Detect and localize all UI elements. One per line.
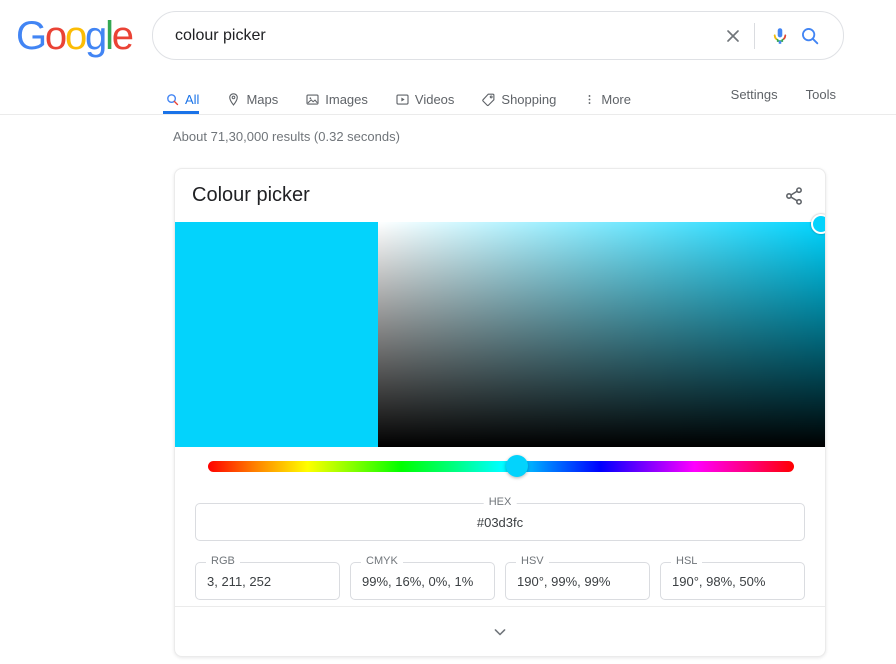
colour-picker-area: [175, 214, 825, 447]
card-header: Colour picker: [175, 169, 825, 222]
hue-slider-track[interactable]: [208, 461, 794, 472]
search-results-page: Google colour picker All Maps Images Vid…: [0, 0, 896, 664]
rgb-field-label: RGB: [206, 555, 240, 567]
value-layer: [378, 222, 825, 447]
tab-shopping[interactable]: Shopping: [481, 76, 568, 114]
video-icon: [395, 92, 410, 107]
tag-icon: [481, 92, 496, 107]
search-tabs: All Maps Images Videos Shopping More Set…: [0, 76, 896, 115]
search-bar-actions: [718, 21, 843, 51]
cmyk-field[interactable]: CMYK 99%, 16%, 0%, 1%: [350, 555, 495, 600]
search-divider: [754, 22, 755, 49]
expand-card-button[interactable]: [175, 606, 825, 656]
colour-model-fields-row: RGB 3, 211, 252 CMYK 99%, 16%, 0%, 1% HS…: [195, 555, 805, 600]
microphone-icon: [773, 27, 787, 44]
rgb-field[interactable]: RGB 3, 211, 252: [195, 555, 340, 600]
search-icon: [165, 92, 180, 107]
hsv-field-label: HSV: [516, 555, 549, 567]
hue-slider-handle[interactable]: [506, 455, 529, 477]
tab-more[interactable]: More: [583, 76, 643, 114]
gradient-handle[interactable]: [810, 214, 825, 235]
logo-letter-4: g: [85, 14, 107, 58]
tab-more-label: More: [601, 92, 631, 107]
hue-slider[interactable]: [175, 447, 825, 487]
voice-search-button[interactable]: [765, 21, 795, 51]
hex-field-label: HEX: [483, 496, 517, 508]
chevron-down-icon: [494, 628, 506, 635]
map-pin-icon: [226, 92, 241, 107]
result-stats: About 71,30,000 results (0.32 seconds): [173, 129, 400, 144]
search-submit-button[interactable]: [795, 21, 825, 51]
saturation-value-gradient[interactable]: [378, 214, 825, 447]
share-button[interactable]: [781, 183, 807, 209]
logo-letter-1: G: [16, 14, 47, 58]
tab-shopping-label: Shopping: [501, 92, 557, 107]
image-icon: [305, 92, 320, 107]
tab-maps[interactable]: Maps: [226, 76, 290, 114]
cmyk-field-label: CMYK: [361, 555, 403, 567]
colour-picker-card: Colour picker HEX #03d3fc RGB 3, 211, 25…: [174, 168, 826, 657]
kebab-menu-icon: [583, 92, 596, 107]
hex-field[interactable]: HEX #03d3fc: [195, 496, 805, 541]
tab-videos-label: Videos: [414, 92, 455, 107]
tab-all[interactable]: All: [163, 76, 211, 114]
search-bar[interactable]: [152, 11, 844, 60]
hsv-field[interactable]: HSV 190°, 99%, 99%: [505, 555, 650, 600]
settings-link[interactable]: Settings: [731, 85, 778, 102]
tab-videos[interactable]: Videos: [395, 76, 467, 114]
clear-search-button[interactable]: [718, 21, 748, 51]
google-logo[interactable]: Google: [16, 14, 134, 58]
logo-letter-2: o: [44, 14, 67, 58]
page-header: Google colour picker All Maps Images Vid…: [0, 0, 896, 115]
header-right-links: Settings Tools: [731, 85, 836, 102]
tab-all-label: All: [185, 92, 200, 107]
close-icon: [727, 29, 739, 42]
selected-colour-swatch: [175, 222, 378, 447]
tools-link[interactable]: Tools: [806, 85, 836, 102]
logo-letter-3: o: [64, 14, 87, 58]
tab-images-label: Images: [325, 92, 368, 107]
search-input[interactable]: [153, 20, 718, 51]
hsl-field-label: HSL: [671, 555, 703, 567]
hsl-field[interactable]: HSL 190°, 98%, 50%: [660, 555, 805, 600]
tabs-bottom-border: [0, 114, 896, 115]
search-icon: [802, 27, 819, 44]
card-title: Colour picker: [192, 184, 310, 206]
tab-maps-label: Maps: [246, 92, 279, 107]
logo-letter-6: e: [111, 14, 134, 58]
tab-images[interactable]: Images: [305, 76, 380, 114]
share-icon: [786, 186, 802, 205]
colour-value-fields: HEX #03d3fc RGB 3, 211, 252 CMYK 99%, 16…: [175, 487, 825, 600]
logo-letter-5: l: [105, 14, 114, 58]
